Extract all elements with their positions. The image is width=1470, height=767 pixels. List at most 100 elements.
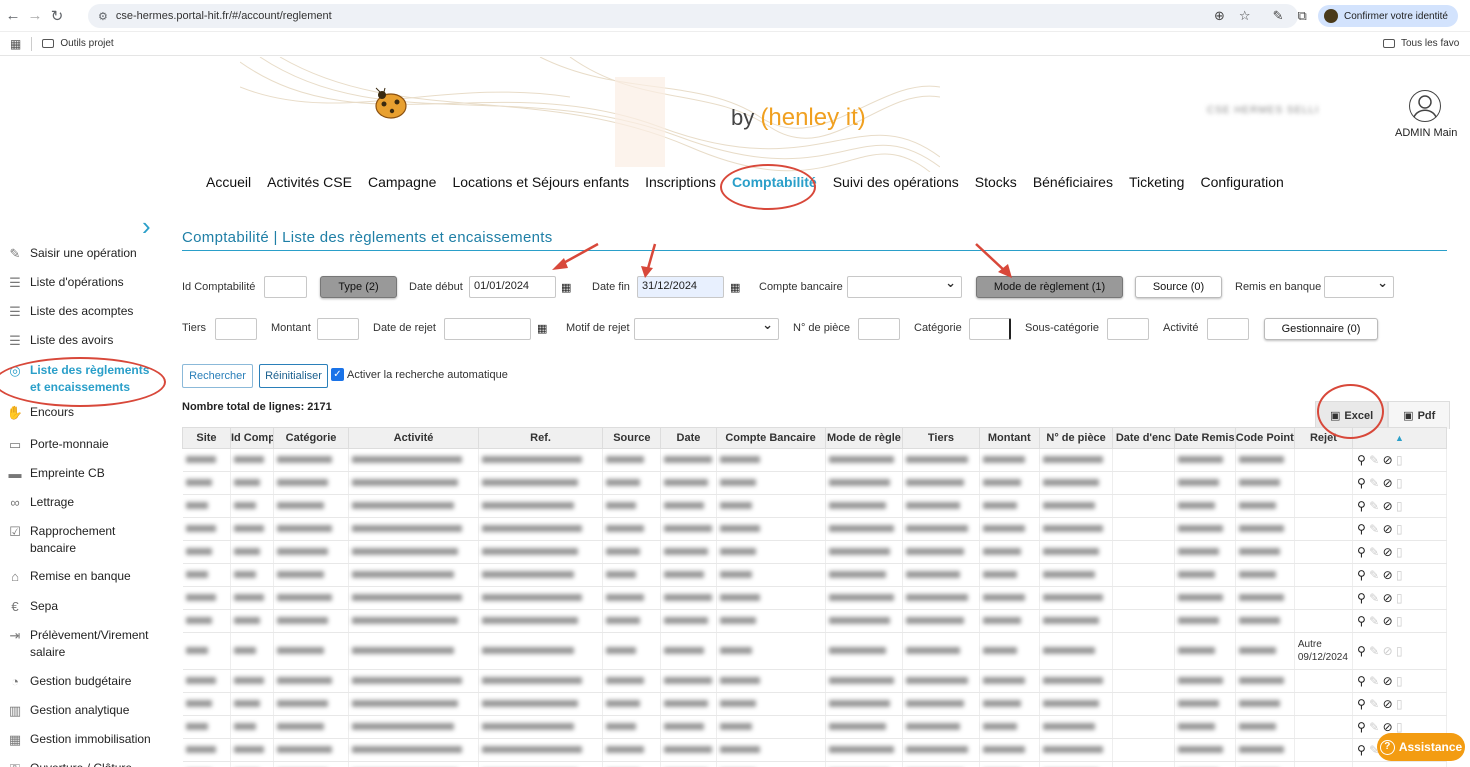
bookmark-folder-outils[interactable]: Outils projet (42, 38, 114, 49)
sidebar-item-13[interactable]: ◔ Gestion budgétaire (6, 673, 161, 690)
extension-icon[interactable]: ✎ (1273, 8, 1284, 24)
sidebar-item-9[interactable]: ☑ Rapprochement bancaire (6, 523, 161, 557)
view-magnifier-icon[interactable]: ⚲ (1357, 476, 1366, 490)
view-magnifier-icon[interactable]: ⚲ (1357, 522, 1366, 536)
view-magnifier-icon[interactable]: ⚲ (1357, 499, 1366, 513)
table-row[interactable]: ⚲ ✎ ⊘ ▯ (182, 609, 1447, 633)
column-header-3[interactable]: Activité (348, 427, 479, 449)
edit-pencil-icon[interactable]: ✎ (1369, 614, 1379, 628)
table-row[interactable]: ⚲ ✎ ⊘ ▯ (182, 494, 1447, 518)
table-row[interactable]: ⚲ ✎ ⊘ ▯ (182, 517, 1447, 541)
column-header-12[interactable]: Date d'enc (1112, 427, 1175, 449)
cancel-ban-icon[interactable]: ⊘ (1383, 453, 1393, 467)
delete-trash-icon[interactable]: ▯ (1396, 568, 1403, 582)
delete-trash-icon[interactable]: ▯ (1396, 476, 1403, 490)
forward-icon[interactable]: → (24, 7, 46, 24)
type-filter-button[interactable]: Type (2) (320, 276, 397, 298)
view-magnifier-icon[interactable]: ⚲ (1357, 697, 1366, 711)
delete-trash-icon[interactable]: ▯ (1396, 674, 1403, 688)
delete-trash-icon[interactable]: ▯ (1396, 545, 1403, 559)
edit-pencil-icon[interactable]: ✎ (1369, 453, 1379, 467)
sidebar-item-11[interactable]: € Sepa (6, 598, 161, 615)
cancel-ban-icon[interactable]: ⊘ (1383, 591, 1393, 605)
column-header-13[interactable]: Date Remis (1173, 427, 1236, 449)
column-header-16[interactable]: ▲ (1352, 427, 1447, 449)
sidebar-item-14[interactable]: ▥ Gestion analytique (6, 702, 161, 719)
sidebar-item-5[interactable]: ✋ Encours (6, 404, 161, 421)
sidebar-item-12[interactable]: ⇥ Prélèvement/Virement salaire (6, 627, 161, 661)
edit-pencil-icon[interactable]: ✎ (1369, 522, 1379, 536)
excel-export-button[interactable]: ▣ Excel (1315, 401, 1389, 429)
table-row[interactable]: ⚲ ✎ ⊘ ▯ (182, 448, 1447, 472)
puzzle-icon[interactable]: ⧉ (1297, 8, 1306, 24)
cancel-ban-icon[interactable]: ⊘ (1383, 697, 1393, 711)
address-bar[interactable]: ⚙ cse-hermes.portal-hit.fr/#/account/reg… (88, 4, 1298, 28)
nav-item-4[interactable]: Inscriptions (645, 174, 716, 190)
cancel-ban-icon[interactable]: ⊘ (1383, 674, 1393, 688)
table-row[interactable]: ⚲ ✎ ⊘ ▯ (182, 669, 1447, 693)
view-magnifier-icon[interactable]: ⚲ (1357, 644, 1366, 658)
delete-trash-icon[interactable]: ▯ (1396, 644, 1403, 658)
table-row[interactable]: ⚲ ✎ ⊘ ▯ (182, 540, 1447, 564)
search-button[interactable]: Rechercher (182, 364, 253, 388)
cancel-ban-icon[interactable]: ⊘ (1383, 644, 1393, 658)
apps-grid-icon[interactable]: ▦ (10, 37, 21, 51)
table-row[interactable]: ⚲ ✎ ⊘ ▯ (182, 563, 1447, 587)
calendar-icon[interactable]: ▦ (730, 281, 744, 295)
table-row[interactable]: Autre 09/12/2024 ⚲ ✎ ⊘ ▯ (182, 632, 1447, 670)
edit-pencil-icon[interactable]: ✎ (1369, 476, 1379, 490)
cancel-ban-icon[interactable]: ⊘ (1383, 545, 1393, 559)
view-magnifier-icon[interactable]: ⚲ (1357, 545, 1366, 559)
reload-icon[interactable]: ↻ (46, 7, 68, 25)
nav-item-10[interactable]: Configuration (1200, 174, 1283, 190)
sidebar-item-7[interactable]: ▬ Empreinte CB (6, 465, 161, 482)
cancel-ban-icon[interactable]: ⊘ (1383, 720, 1393, 734)
column-header-8[interactable]: Mode de règle (824, 427, 904, 449)
tenant-select[interactable]: CSE HERMES SELLI (1207, 105, 1373, 127)
tiers-input[interactable] (215, 318, 257, 340)
column-header-10[interactable]: Montant (978, 427, 1040, 449)
view-magnifier-icon[interactable]: ⚲ (1357, 614, 1366, 628)
user-name[interactable]: ADMIN Main (1395, 127, 1457, 139)
sidebar-item-0[interactable]: ✎ Saisir une opération (6, 245, 161, 262)
cancel-ban-icon[interactable]: ⊘ (1383, 522, 1393, 536)
gestionnaire-button[interactable]: Gestionnaire (0) (1264, 318, 1378, 340)
all-favorites[interactable]: Tous les favo (1383, 38, 1459, 49)
mode-reglement-button[interactable]: Mode de règlement (1) (976, 276, 1123, 298)
view-magnifier-icon[interactable]: ⚲ (1357, 743, 1366, 757)
cancel-ban-icon[interactable]: ⊘ (1383, 568, 1393, 582)
cancel-ban-icon[interactable]: ⊘ (1383, 476, 1393, 490)
delete-trash-icon[interactable]: ▯ (1396, 522, 1403, 536)
sidebar-item-2[interactable]: ☰ Liste des acomptes (6, 303, 161, 320)
nav-item-8[interactable]: Bénéficiaires (1033, 174, 1113, 190)
delete-trash-icon[interactable]: ▯ (1396, 591, 1403, 605)
sidebar-toggle-chevron-icon[interactable]: › (142, 211, 151, 242)
column-header-4[interactable]: Ref. (477, 427, 604, 449)
nav-item-7[interactable]: Stocks (975, 174, 1017, 190)
table-row[interactable]: ⚲ ✎ ⊘ ▯ (182, 692, 1447, 716)
nav-item-6[interactable]: Suivi des opérations (833, 174, 959, 190)
compte-bancaire-select[interactable] (847, 275, 962, 298)
reset-button[interactable]: Réinitialiser (259, 364, 328, 388)
edit-pencil-icon[interactable]: ✎ (1369, 674, 1379, 688)
edit-pencil-icon[interactable]: ✎ (1369, 697, 1379, 711)
date-rejet-input[interactable] (444, 318, 531, 340)
edit-pencil-icon[interactable]: ✎ (1369, 644, 1379, 658)
delete-trash-icon[interactable]: ▯ (1396, 720, 1403, 734)
sidebar-item-10[interactable]: ⌂ Remise en banque (6, 568, 161, 585)
calendar-icon[interactable]: ▦ (561, 281, 575, 295)
numero-piece-input[interactable] (858, 318, 900, 340)
zoom-icon[interactable]: ⊕ (1214, 8, 1225, 24)
view-magnifier-icon[interactable]: ⚲ (1357, 591, 1366, 605)
sidebar-item-1[interactable]: ☰ Liste d'opérations (6, 274, 161, 291)
table-row[interactable]: ⚲ ✎ ⊘ ▯ (182, 761, 1447, 767)
montant-input[interactable] (317, 318, 359, 340)
edit-pencil-icon[interactable]: ✎ (1369, 568, 1379, 582)
column-header-1[interactable]: Id Comp (229, 427, 274, 449)
delete-trash-icon[interactable]: ▯ (1396, 453, 1403, 467)
nav-item-2[interactable]: Campagne (368, 174, 437, 190)
view-magnifier-icon[interactable]: ⚲ (1357, 674, 1366, 688)
nav-item-5[interactable]: Comptabilité (732, 174, 817, 190)
column-header-0[interactable]: Site (182, 427, 231, 449)
star-icon[interactable]: ☆ (1239, 8, 1251, 24)
